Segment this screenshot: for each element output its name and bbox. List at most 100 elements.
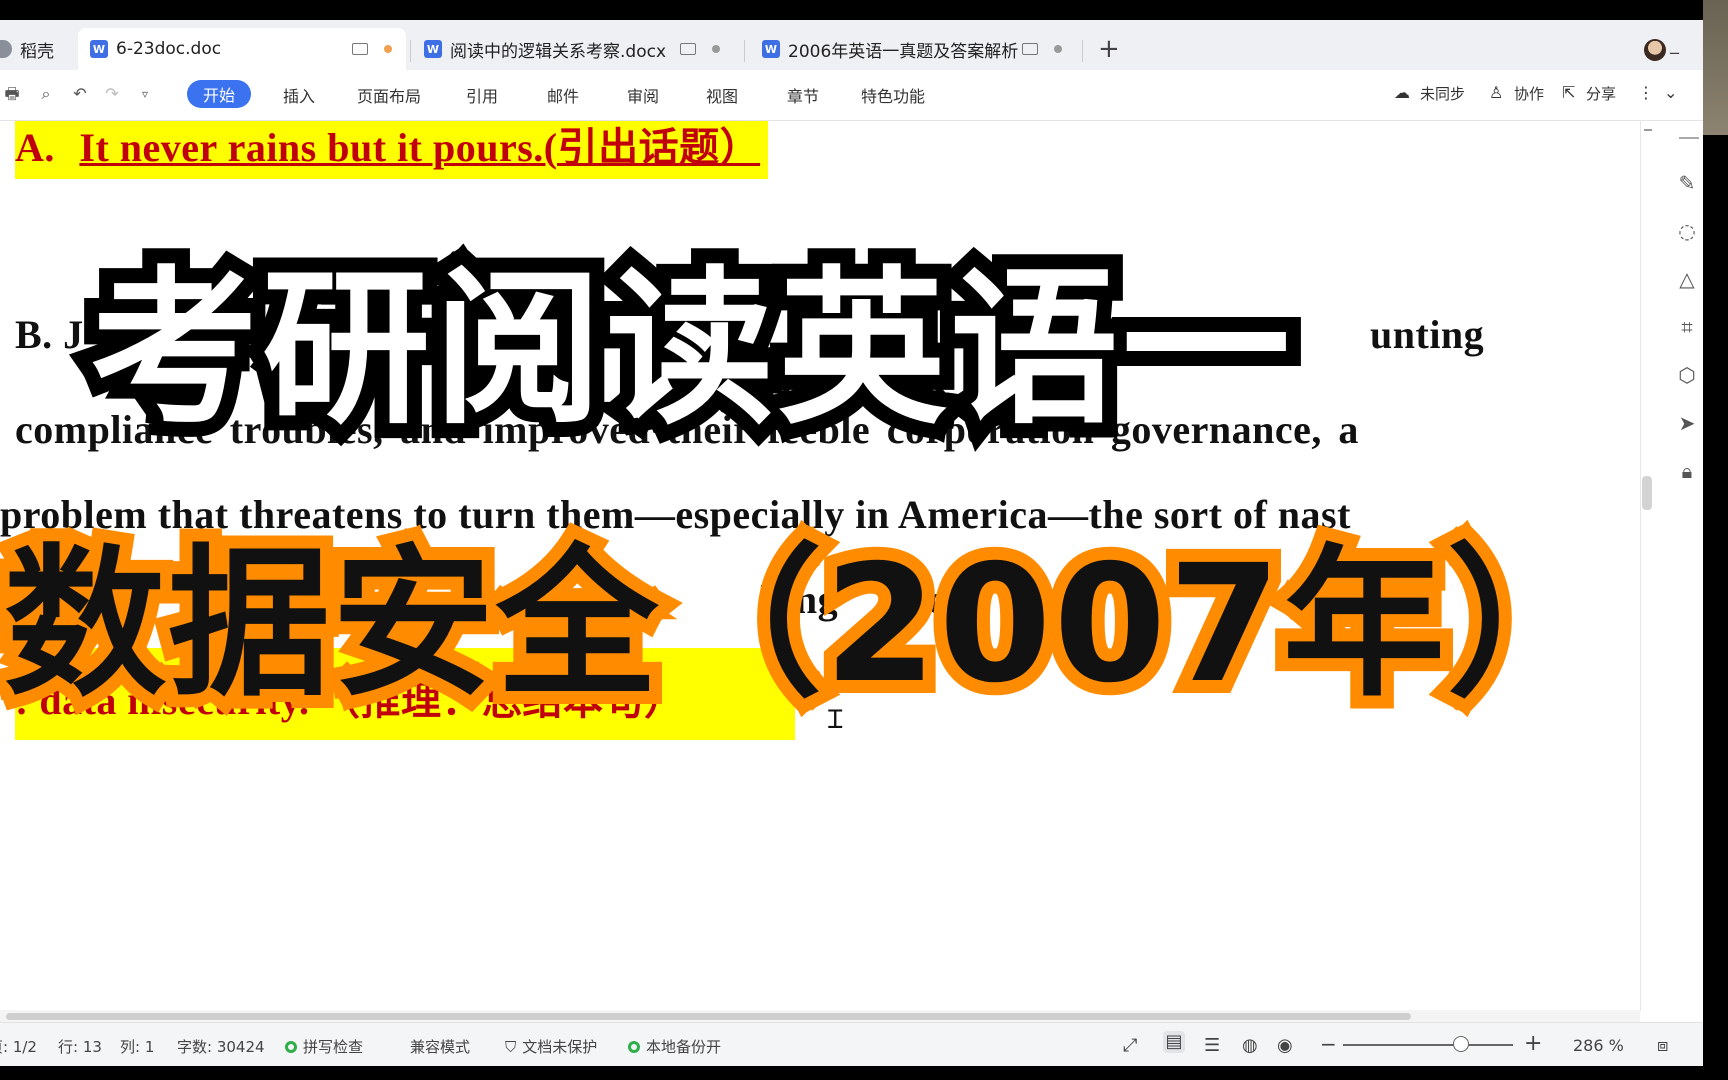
collab-icon[interactable]: ♙ [1489, 83, 1503, 102]
spell-check-label: 拼写检查 [303, 1038, 364, 1056]
share-icon[interactable]: ⇱ [1562, 83, 1575, 102]
web-view-icon[interactable]: ◍ [1242, 1035, 1258, 1056]
zoom-level[interactable]: 286 % [1573, 1036, 1624, 1055]
cloud-sync-icon[interactable]: ☁ [1394, 83, 1410, 102]
page-view-icon[interactable]: ▤ [1163, 1031, 1185, 1053]
more-icon[interactable]: ⋮ [1638, 83, 1654, 102]
rail-handle-icon[interactable] [1679, 137, 1699, 139]
overlay-subtitle: 数据安全（2007年） [0, 518, 1622, 732]
tab-logic-relation[interactable]: W 阅读中的逻辑关系考察.docx [424, 28, 744, 70]
bottom-black-bar [0, 1066, 1728, 1080]
option-a-prefix: A. [15, 125, 55, 170]
horizontal-scrollbar[interactable] [0, 1010, 1640, 1022]
daoke-icon [0, 40, 12, 58]
menu-chapter[interactable]: 章节 [787, 83, 819, 107]
select-pointer-icon[interactable]: ➤ [1675, 411, 1699, 435]
tab-label: 2006年英语一真题及答案解析 [788, 41, 1019, 62]
word-doc-icon: W [90, 40, 108, 58]
minimize-button[interactable]: _ [1670, 34, 1679, 55]
collab-button[interactable]: 协作 [1514, 83, 1544, 104]
camera-feed [1703, 0, 1728, 135]
hexagon-icon[interactable]: ⬡ [1675, 363, 1699, 387]
shield-icon: ⛉ [505, 1038, 517, 1056]
undo-icon[interactable]: ↶ [70, 84, 90, 104]
local-backup-status[interactable]: 本地备份开 [628, 1036, 721, 1057]
plus-icon: + [1098, 34, 1120, 64]
close-dot-icon[interactable] [1054, 45, 1063, 53]
option-a-line: A. It never rains but it pours.(引出话题） [15, 121, 769, 179]
scroll-top-icon[interactable] [1644, 129, 1652, 139]
top-black-bar [0, 0, 1728, 20]
format-painter-icon[interactable]: ⌗ [1675, 315, 1699, 339]
col-indicator: 列: 1 [120, 1038, 155, 1056]
word-doc-icon: W [424, 40, 442, 58]
monitor-icon[interactable] [1022, 43, 1039, 55]
ribbon-toolbar: 🖶 ⌕ ↶ ↷ ▿ 开始 插入 页面布局 引用 邮件 审阅 视图 章节 特色功能… [0, 70, 1703, 121]
style-icon[interactable]: △ [1675, 267, 1699, 291]
tab-2006-exam[interactable]: W 2006年英语一真题及答案解析 [762, 28, 1082, 70]
minimize-icon: _ [1670, 34, 1679, 55]
menu-page-layout[interactable]: 页面布局 [357, 83, 421, 107]
wps-window: 稻壳 W 6-23doc.doc W 阅读中的逻辑关系考察.docx W 200… [0, 0, 1703, 1080]
doc-protect-label: 文档未保护 [522, 1038, 598, 1056]
outline-view-icon[interactable]: ☰ [1204, 1035, 1220, 1056]
monitor-icon[interactable] [680, 43, 697, 55]
word-count[interactable]: 字数: 30424 [177, 1036, 265, 1057]
fullscreen-icon[interactable]: ⤢ [1123, 1035, 1137, 1056]
menu-mailings[interactable]: 邮件 [547, 83, 579, 107]
collapse-ribbon-icon[interactable]: ⌄ [1664, 83, 1677, 102]
fit-page-icon[interactable]: ⧈ [1657, 1035, 1668, 1056]
option-b-start: B. J [15, 312, 84, 357]
new-tab-button[interactable]: + [1098, 28, 1120, 70]
zoom-slider-track[interactable] [1343, 1044, 1513, 1046]
unsaved-dot-icon[interactable] [384, 45, 392, 53]
tab-bar: 稻壳 W 6-23doc.doc W 阅读中的逻辑关系考察.docx W 200… [0, 20, 1703, 70]
close-dot-icon[interactable] [712, 45, 721, 53]
option-a-text: It never rains but it pours.(引出话题） [79, 125, 761, 170]
print-preview-icon[interactable]: ⌕ [36, 84, 56, 104]
word-doc-icon: W [762, 40, 780, 58]
menu-insert[interactable]: 插入 [283, 83, 315, 107]
customize-chevron-icon[interactable]: ▿ [135, 84, 155, 104]
sync-status[interactable]: 未同步 [1420, 83, 1465, 104]
share-button[interactable]: 分享 [1586, 83, 1616, 104]
tab-6-23doc[interactable]: W 6-23doc.doc [78, 28, 406, 70]
tab-label: 6-23doc.doc [116, 39, 222, 59]
tab-divider [1082, 40, 1083, 62]
horizontal-scroll-thumb[interactable] [6, 1013, 1411, 1020]
menu-special-features[interactable]: 特色功能 [861, 83, 925, 107]
menu-review[interactable]: 审阅 [627, 83, 659, 107]
pen-icon[interactable]: ✎ [1675, 171, 1699, 195]
zoom-slider-knob[interactable] [1453, 1036, 1469, 1052]
right-tool-rail: ✎ ◌ △ ⌗ ⬡ ➤ 🔒︎ [1640, 121, 1703, 1011]
user-avatar[interactable] [1644, 39, 1666, 61]
row-indicator: 行: 13 [58, 1038, 102, 1056]
check-circle-icon [285, 1041, 297, 1053]
tab-label: 阅读中的逻辑关系考察.docx [450, 41, 667, 62]
status-bar: 页: 1/2 行: 13 列: 1 字数: 30424 拼写检查 兼容模式 ⛉ 文… [0, 1022, 1703, 1067]
read-mode-icon[interactable]: ◉ [1277, 1035, 1293, 1056]
menu-start[interactable]: 开始 [187, 80, 251, 108]
tab-divider [410, 40, 411, 62]
zoom-out-icon[interactable]: − [1320, 1032, 1337, 1056]
vertical-scroll-thumb[interactable] [1642, 476, 1652, 510]
lock-icon[interactable]: 🔒︎ [1675, 459, 1699, 483]
zoom-in-icon[interactable]: + [1524, 1031, 1542, 1056]
redo-icon[interactable]: ↷ [102, 84, 122, 104]
menu-references[interactable]: 引用 [466, 83, 498, 107]
print-icon[interactable]: 🖶 [2, 84, 22, 104]
monitor-icon[interactable] [352, 43, 368, 55]
tab-label: 稻壳 [20, 41, 54, 62]
shapes-icon[interactable]: ◌ [1675, 219, 1699, 243]
menu-view[interactable]: 视图 [706, 83, 738, 107]
tab-daoke[interactable]: 稻壳 [0, 28, 70, 70]
spell-check-toggle[interactable]: 拼写检查 [285, 1036, 363, 1057]
page-indicator[interactable]: 页: 1/2 [0, 1036, 37, 1057]
backup-label: 本地备份开 [646, 1038, 722, 1056]
overlay-title: 考研阅读英语一 [75, 236, 1305, 462]
compat-mode[interactable]: 兼容模式 [410, 1036, 470, 1057]
doc-protect-status[interactable]: ⛉ 文档未保护 [505, 1036, 597, 1057]
menu-label: 开始 [202, 86, 235, 105]
right-black-strip [1703, 0, 1728, 1080]
check-circle-icon [628, 1041, 640, 1053]
